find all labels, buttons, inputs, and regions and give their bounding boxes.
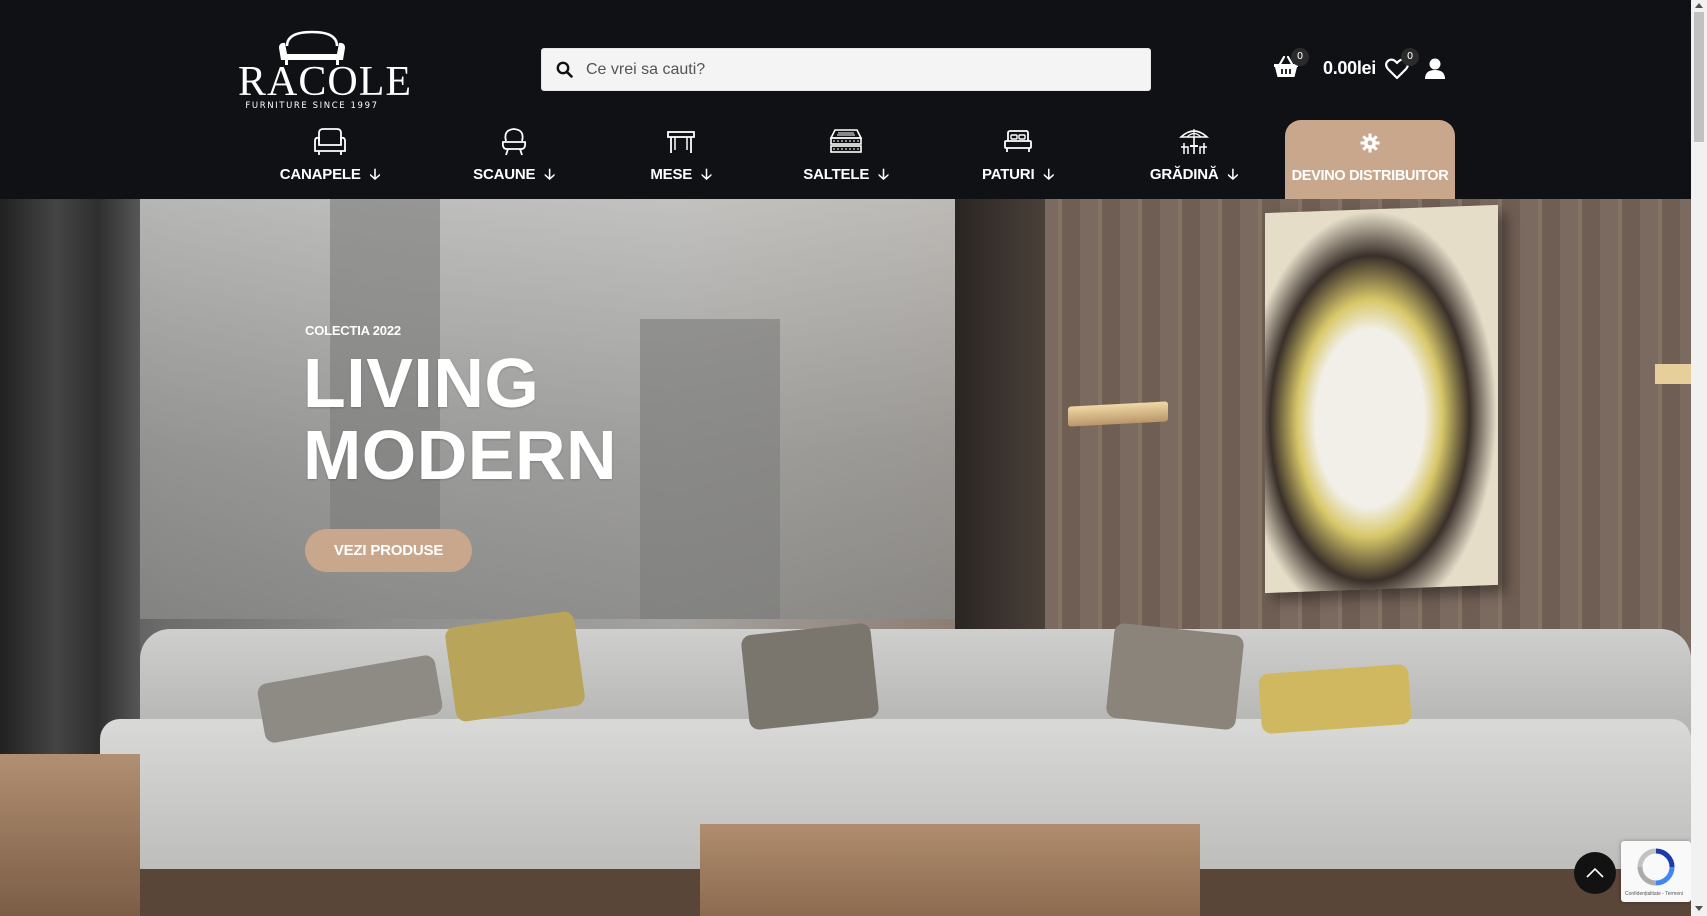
nav-item-mese[interactable]: MESE 🡣 [647,126,715,190]
nav-label: MESE [650,166,693,183]
search-bar [541,48,1151,91]
hero-headline-line: MODERN [303,416,618,494]
cart-button[interactable]: 0 [1273,48,1309,84]
arrow-down-icon: 🡣 [544,166,555,183]
scroll-to-top-button[interactable] [1574,852,1616,894]
arrow-down-icon: 🡣 [1227,166,1239,183]
nav-label: SCAUNE [473,166,536,183]
search-input[interactable] [586,60,1126,79]
nav-item-paturi[interactable]: PATURI 🡣 [980,126,1056,190]
cart-count-badge: 0 [1291,48,1309,66]
search-icon[interactable] [542,61,586,78]
recaptcha-text[interactable]: Confidențialitate - Termeni [1625,891,1683,897]
arrow-down-icon: 🡣 [369,166,381,183]
hero-banner: COLECTIA 2022 LIVING MODERN VEZI PRODUSE [0,199,1691,916]
recaptcha-icon [1637,848,1675,886]
brand-name: RACOLE [238,59,412,105]
brand-tagline: FURNITURE SINCE 1997 [245,101,379,111]
scroll-down-arrow-icon[interactable] [1695,906,1703,911]
hero-headline: LIVING MODERN [303,347,617,491]
view-products-button[interactable]: VEZI PRODUSE [305,529,472,572]
hero-background-painting [1265,204,1498,594]
account-button[interactable] [1425,58,1447,82]
user-icon [1425,58,1445,79]
hero-background-lamp [1655,364,1691,384]
cart-total[interactable]: 0.00lei [1323,58,1376,79]
table-icon [666,126,696,158]
arrow-down-icon: 🡣 [701,166,712,183]
arrow-down-icon: 🡣 [1043,166,1054,183]
hero-background-pillow [444,610,586,723]
gear-icon [1360,133,1380,158]
nav-item-saltele[interactable]: SALTELE 🡣 [803,126,889,190]
distributor-label: DEVINO DISTRIBUITOR [1291,168,1449,184]
nav-label: PATURI [982,166,1035,183]
hero-headline-line: LIVING [303,344,540,422]
main-nav: CANAPELE 🡣 SCAUNE 🡣 MESE 🡣 SALTELE 🡣 PAT… [0,120,1691,199]
wishlist-button[interactable]: 0 [1385,48,1419,82]
hero-eyebrow: COLECTIA 2022 [305,323,401,338]
sofa-icon [313,126,347,158]
hero-background-building [640,319,780,619]
nav-item-gradina[interactable]: GRĂDINĂ 🡣 [1148,126,1240,190]
site-header: RACOLE FURNITURE SINCE 1997 0 0.00lei 0 [0,0,1691,199]
logo[interactable]: RACOLE FURNITURE SINCE 1997 [238,28,412,112]
nav-label: SALTELE [803,166,870,183]
scroll-up-arrow-icon[interactable] [1695,3,1703,8]
hero-background-side-table [0,754,140,916]
scrollbar-thumb[interactable] [1694,12,1704,142]
hero-background-pillow [1258,663,1412,735]
nav-item-canapele[interactable]: CANAPELE 🡣 [280,126,380,190]
arrow-down-icon: 🡣 [878,166,889,183]
wishlist-count-badge: 0 [1401,48,1419,66]
hero-background-pillow [740,622,880,731]
chair-icon [499,126,529,158]
hero-background-coffee-table [700,824,1200,916]
mattress-icon [829,126,863,158]
recaptcha-badge[interactable]: Confidențialitate - Termeni [1621,841,1691,902]
nav-item-scaune[interactable]: SCAUNE 🡣 [467,126,561,190]
bed-icon [1003,126,1033,158]
garden-umbrella-icon [1178,126,1210,158]
nav-label: CANAPELE [279,166,361,183]
hero-background-pillow [1105,622,1245,731]
page-scrollbar[interactable] [1691,0,1707,916]
nav-label: GRĂDINĂ [1149,166,1219,183]
become-distributor-button[interactable]: DEVINO DISTRIBUITOR [1285,120,1455,199]
chevron-up-icon [1586,868,1604,878]
